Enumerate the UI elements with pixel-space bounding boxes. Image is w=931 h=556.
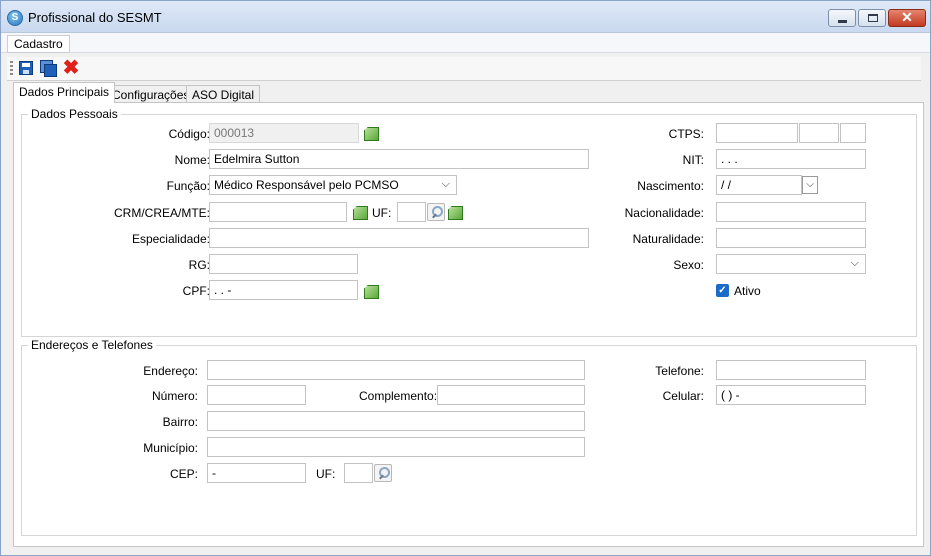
search-icon[interactable] xyxy=(427,203,445,221)
telefone-label: Telefone: xyxy=(655,364,704,378)
window-title: Profissional do SESMT xyxy=(28,10,162,25)
tab-aso-digital[interactable]: ASO Digital xyxy=(186,85,261,103)
group-dados-pessoais: Dados Pessoais Código: Nome: Função: Méd… xyxy=(21,107,917,337)
date-picker-button[interactable]: ⌵ xyxy=(802,176,818,194)
maximize-icon xyxy=(868,14,878,22)
crm-label: CRM/CREA/MTE: xyxy=(114,206,210,220)
municipio-label: Município: xyxy=(143,441,198,455)
chevron-down-icon: ⌵ xyxy=(441,178,450,190)
save-icon xyxy=(19,61,33,75)
naturalidade-field[interactable] xyxy=(716,228,866,248)
main-window: S Profissional do SESMT ✕ Cadastro ✖ Dad… xyxy=(0,0,931,556)
nit-label: NIT: xyxy=(682,153,704,167)
tab-configuracoes[interactable]: Configurações xyxy=(106,85,196,103)
ctps-label: CTPS: xyxy=(668,127,704,141)
save-multiple-button[interactable] xyxy=(39,59,59,79)
search-icon[interactable] xyxy=(374,464,392,482)
nacionalidade-label: Nacionalidade: xyxy=(624,206,704,220)
chevron-down-icon: ⌵ xyxy=(806,179,814,190)
close-icon: ✕ xyxy=(901,9,913,25)
uf-label: UF: xyxy=(372,206,392,220)
sexo-label: Sexo: xyxy=(673,258,704,272)
ativo-label: Ativo xyxy=(734,284,761,298)
nascimento-label: Nascimento: xyxy=(637,179,704,193)
rg-label: RG: xyxy=(188,258,210,272)
ativo-checkbox[interactable]: ✓ xyxy=(716,284,729,297)
complemento-field[interactable] xyxy=(437,385,585,405)
save-button[interactable] xyxy=(17,59,37,79)
toolbar: ✖ xyxy=(7,57,921,81)
especialidade-label: Especialidade: xyxy=(131,232,210,246)
funcao-label: Função: xyxy=(166,179,210,193)
chevron-down-icon: ⌵ xyxy=(850,257,859,269)
telefone-field[interactable] xyxy=(716,360,866,380)
close-button[interactable]: ✕ xyxy=(888,9,926,27)
codigo-label: Código: xyxy=(168,127,210,141)
especialidade-field[interactable] xyxy=(209,228,589,248)
tab-panel-dados-principais: Dados Pessoais Código: Nome: Função: Méd… xyxy=(13,102,924,547)
nit-field[interactable] xyxy=(716,149,866,169)
cpf-field[interactable] xyxy=(209,280,358,300)
complemento-label: Complemento: xyxy=(359,389,438,403)
group-title-dados-pessoais: Dados Pessoais xyxy=(28,107,121,121)
nome-label: Nome: xyxy=(174,153,210,167)
endereco-field[interactable] xyxy=(207,360,585,380)
municipio-field[interactable] xyxy=(207,437,585,457)
toolbar-grip[interactable] xyxy=(10,61,13,77)
group-title-enderecos-telefones: Endereços e Telefones xyxy=(28,338,156,352)
funcao-selected-value: Médico Responsável pelo PCMSO xyxy=(214,178,399,192)
checkmark-icon: ✓ xyxy=(718,285,727,296)
numero-label: Número: xyxy=(151,389,198,403)
menu-bar: Cadastro xyxy=(1,33,930,53)
ctps-serie-field[interactable] xyxy=(799,123,839,143)
notepad-icon[interactable] xyxy=(353,204,368,219)
codigo-field[interactable] xyxy=(209,123,359,143)
app-logo-icon: S xyxy=(7,10,23,26)
ctps-number-field[interactable] xyxy=(716,123,798,143)
cancel-button[interactable]: ✖ xyxy=(61,57,81,79)
minimize-icon xyxy=(838,20,847,23)
maximize-button[interactable] xyxy=(858,9,886,27)
funcao-select[interactable]: Médico Responsável pelo PCMSO ⌵ xyxy=(209,175,457,195)
rg-field[interactable] xyxy=(209,254,358,274)
tab-dados-principais[interactable]: Dados Principais xyxy=(13,82,116,103)
crm-field[interactable] xyxy=(209,202,347,222)
bairro-field[interactable] xyxy=(207,411,585,431)
uf-label: UF: xyxy=(316,467,336,481)
nome-field[interactable] xyxy=(209,149,589,169)
nacionalidade-field[interactable] xyxy=(716,202,866,222)
notepad-icon[interactable] xyxy=(364,125,379,140)
red-x-icon: ✖ xyxy=(62,57,80,79)
celular-label: Celular: xyxy=(662,389,704,403)
notepad-icon[interactable] xyxy=(448,204,463,219)
uf-field[interactable] xyxy=(344,463,373,483)
title-bar[interactable]: S Profissional do SESMT ✕ xyxy=(1,1,930,33)
endereco-label: Endereço: xyxy=(143,364,198,378)
cep-label: CEP: xyxy=(169,467,198,481)
naturalidade-label: Naturalidade: xyxy=(632,232,704,246)
nascimento-field[interactable] xyxy=(716,175,802,195)
celular-field[interactable] xyxy=(716,385,866,405)
menu-cadastro[interactable]: Cadastro xyxy=(7,35,70,53)
bairro-label: Bairro: xyxy=(162,415,198,429)
group-enderecos-telefones: Endereços e Telefones Endereço: Número: … xyxy=(21,338,917,536)
notepad-icon[interactable] xyxy=(364,283,379,298)
minimize-button[interactable] xyxy=(828,9,856,27)
sexo-select[interactable]: ⌵ xyxy=(716,254,866,274)
uf-field[interactable] xyxy=(397,202,426,222)
ctps-uf-field[interactable] xyxy=(840,123,866,143)
cpf-label: CPF: xyxy=(182,284,210,298)
cep-field[interactable] xyxy=(207,463,306,483)
numero-field[interactable] xyxy=(207,385,306,405)
